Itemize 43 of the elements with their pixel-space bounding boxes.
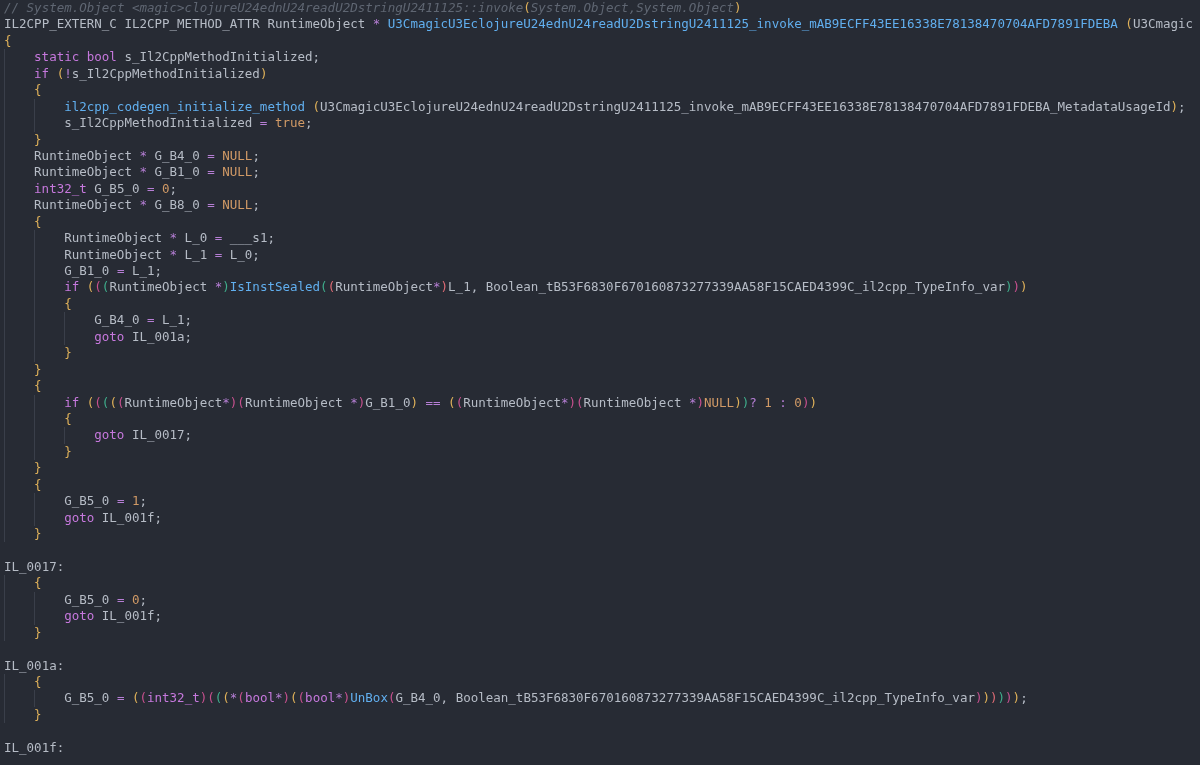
code-line: {	[4, 673, 42, 691]
code-line: G_B5_0 = 1;	[4, 493, 147, 510]
code-line: RuntimeObject * G_B1_0 = NULL;	[4, 164, 260, 181]
code-line: goto IL_001f;	[4, 509, 163, 526]
code-line: {	[4, 213, 42, 231]
code-line: }	[4, 460, 42, 477]
code-line: RuntimeObject * G_B4_0 = NULL;	[4, 147, 260, 165]
code-line: {	[4, 410, 72, 428]
code-line: static bool s_Il2CppMethodInitialized;	[4, 49, 321, 66]
code-line: }	[4, 345, 72, 362]
code-line: IL_0017:	[4, 558, 65, 576]
code-line: G_B5_0 = 0;	[4, 591, 147, 609]
code-line: }	[4, 131, 42, 148]
code-line: goto IL_001a;	[4, 328, 193, 346]
code-line: if (!s_Il2CppMethodInitialized)	[4, 65, 268, 83]
code-line: {	[4, 476, 42, 494]
code-line: {	[4, 295, 72, 313]
code-line: }	[4, 361, 42, 379]
code-line: s_Il2CppMethodInitialized = true;	[4, 115, 313, 132]
code-line: {	[4, 378, 42, 395]
code-line: }	[4, 624, 42, 642]
code-line: il2cpp_codegen_initialize_method (U3CmagicU3EclojureU24ednU24readU2DstringU2411125_invoke_mAB9ECFF43EE16338E78138470704AFD7891FDEBA_MetadataUsageId);	[4, 98, 1186, 116]
code-line: if (((((RuntimeObject*)(RuntimeObject *)G_B1_0) == ((RuntimeObject*)(RuntimeObject *)NULL))? 1 : 0))	[4, 394, 817, 411]
code-line: goto IL_0017;	[4, 427, 193, 444]
code-line: }	[4, 443, 72, 461]
code-line: IL2CPP_EXTERN_C IL2CPP_METHOD_ATTR RuntimeObject * U3CmagicU3EclojureU24ednU24readU2DstringU2411125_invoke_mAB9ECFF43EE16338E78138470704AFD7891FDEBA (U3Cmagic	[4, 16, 1194, 33]
code-line: RuntimeObject * L_0 = ___s1;	[4, 230, 275, 247]
code-line: goto IL_001f;	[4, 608, 163, 625]
code-comment: // System.Object <magic>clojureU24ednU24readU2DstringU2411125::invoke(System.Object,System.Object)	[4, 0, 742, 17]
code-line: {	[4, 32, 12, 50]
code-line: IL_001a:	[4, 657, 65, 674]
code-line: if (((RuntimeObject *)IsInstSealed((RuntimeObject*)L_1, Boolean_tB53F6830F670160873277339AA58F15CAED4399C_il2cpp_TypeInfo_var)))	[4, 279, 1028, 296]
code-line: RuntimeObject * G_B8_0 = NULL;	[4, 197, 260, 214]
code-line: G_B1_0 = L_1;	[4, 263, 163, 280]
code-line: G_B5_0 = ((int32_t)(((*(bool*)((bool*)UnBox(G_B4_0, Boolean_tB53F6830F670160873277339AA58F15CAED4399C_il2cpp_TypeInfo_var))))));	[4, 690, 1028, 707]
code-line: IL_001f:	[4, 739, 65, 757]
code-line: }	[4, 526, 42, 543]
code-line: }	[4, 706, 42, 724]
code-line: {	[4, 82, 42, 99]
code-line: G_B4_0 = L_1;	[4, 312, 193, 329]
code-line: int32_t G_B5_0 = 0;	[4, 180, 178, 198]
code-line: {	[4, 575, 42, 592]
code-line: RuntimeObject * L_1 = L_0;	[4, 246, 260, 263]
